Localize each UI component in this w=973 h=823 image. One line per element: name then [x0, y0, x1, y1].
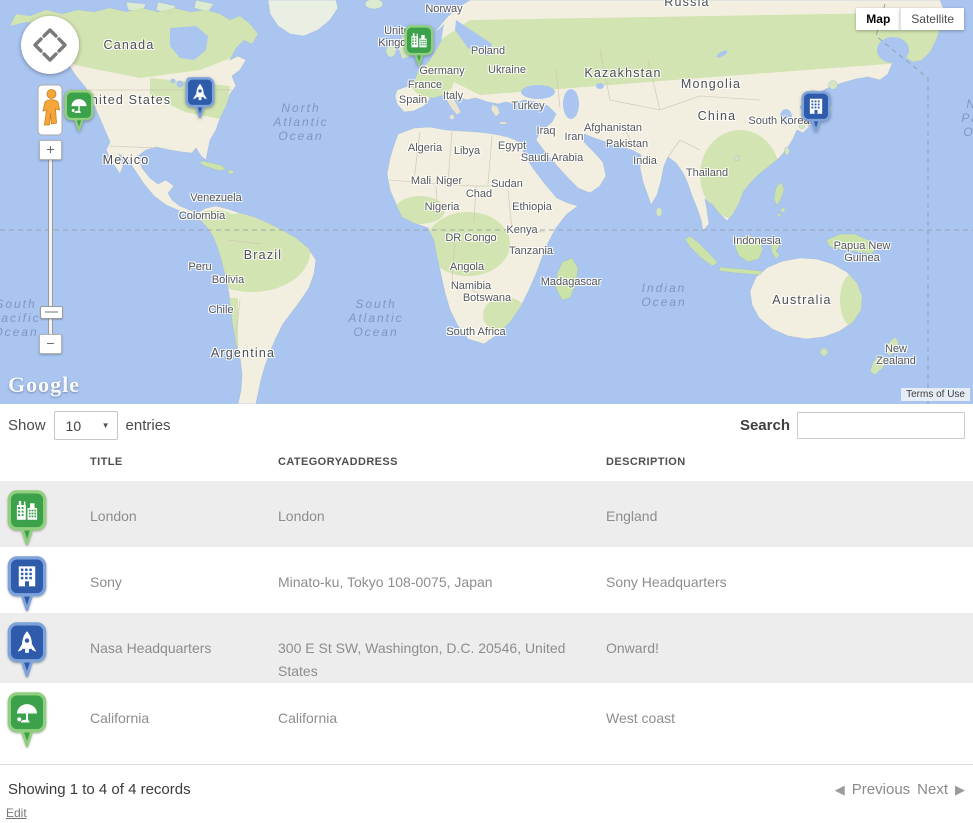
zoom-slider-handle[interactable] [40, 306, 63, 319]
cell-address: California [276, 683, 604, 764]
cell-title: London [88, 481, 276, 547]
world-map-graphic [0, 0, 973, 404]
google-logo[interactable]: Google [8, 372, 80, 398]
table-row-california[interactable]: CaliforniaCaliforniaWest coast [0, 683, 973, 764]
row-marker-cell [0, 547, 88, 613]
map-type-toggle: Map Satellite [856, 8, 964, 30]
entries-select-value: 10 [66, 418, 82, 434]
cell-description: West coast [604, 683, 973, 764]
row-marker-cell [0, 481, 88, 547]
google-map[interactable]: RussiaNorwayCanadaPolandUnited KingdomGe… [0, 0, 973, 404]
table-row-nasa-headquarters[interactable]: Nasa Headquarters300 E St SW, Washington… [0, 613, 973, 683]
cell-address: London [276, 481, 604, 547]
cell-title: Sony [88, 547, 276, 613]
rocket-marker-icon [7, 622, 47, 677]
satellite-button[interactable]: Satellite [900, 8, 964, 30]
table-header-row: TITLECATEGORYADDRESSDESCRIPTION [0, 446, 973, 481]
edit-link[interactable]: Edit [6, 806, 27, 820]
cell-title: Nasa Headquarters [88, 613, 276, 683]
header-spacer [0, 456, 88, 469]
cell-description: Onward! [604, 613, 973, 683]
column-header-categoryaddress[interactable]: CATEGORYADDRESS [276, 456, 604, 469]
map-marker-sony[interactable] [801, 91, 831, 132]
search-input[interactable] [797, 412, 965, 439]
next-button[interactable]: Next [917, 781, 948, 798]
cell-title: California [88, 683, 276, 764]
show-label: Show [8, 417, 46, 434]
beach-marker-icon [7, 692, 47, 747]
column-header-title[interactable]: TITLE [88, 456, 276, 469]
city-marker-icon [7, 490, 47, 545]
row-marker-cell [0, 613, 88, 683]
search-label: Search [740, 417, 790, 434]
zoom-in-button[interactable]: + [39, 140, 62, 160]
office-marker-icon [7, 556, 47, 611]
chevron-down-icon: ▼ [102, 421, 110, 430]
table-body: LondonLondonEngland SonyMinato-ku, Tokyo… [0, 481, 973, 764]
map-pan-control[interactable] [21, 16, 79, 74]
records-summary: Showing 1 to 4 of 4 records [8, 781, 191, 798]
previous-button[interactable]: Previous [852, 781, 910, 798]
pan-arrows-icon [21, 16, 79, 74]
street-view-pegman[interactable] [37, 84, 63, 136]
cell-description: Sony Headquarters [604, 547, 973, 613]
pagination: ◀ Previous Next ▶ [835, 781, 965, 798]
cell-address: 300 E St SW, Washington, D.C. 20546, Uni… [276, 613, 604, 683]
row-marker-cell [0, 683, 88, 764]
cell-description: England [604, 481, 973, 547]
map-marker-nasa-headquarters[interactable] [185, 77, 215, 118]
pegman-icon [37, 84, 63, 136]
next-icon[interactable]: ▶ [955, 782, 965, 798]
previous-icon[interactable]: ◀ [835, 782, 845, 798]
table-row-london[interactable]: LondonLondonEngland [0, 481, 973, 547]
table-row-sony[interactable]: SonyMinato-ku, Tokyo 108-0075, JapanSony… [0, 547, 973, 613]
cell-address: Minato-ku, Tokyo 108-0075, Japan [276, 547, 604, 613]
map-marker-california[interactable] [64, 90, 94, 131]
table-toolbar: Show 10 ▼ entries Search [0, 404, 973, 446]
column-header-description[interactable]: DESCRIPTION [604, 456, 973, 469]
map-marker-london[interactable] [404, 25, 434, 66]
zoom-out-button[interactable]: − [39, 334, 62, 354]
entries-select[interactable]: 10 ▼ [54, 411, 118, 440]
entries-label: entries [126, 417, 171, 434]
terms-of-use-link[interactable]: Terms of Use [901, 388, 970, 401]
map-button[interactable]: Map [856, 8, 900, 30]
table-footer: Showing 1 to 4 of 4 records ◀ Previous N… [0, 765, 973, 802]
